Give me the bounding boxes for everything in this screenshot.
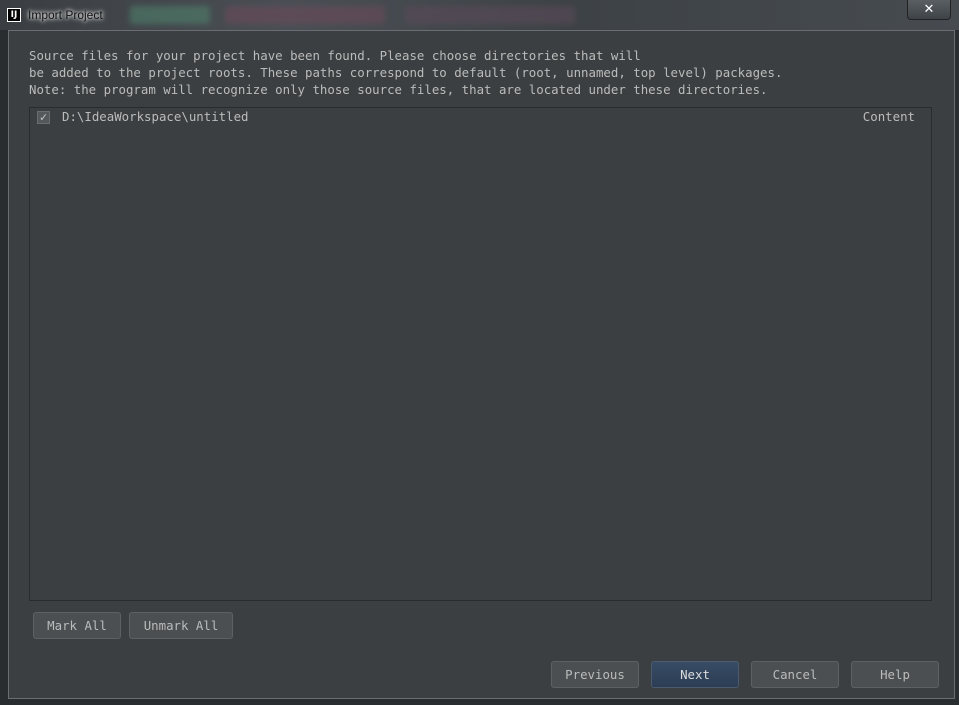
source-roots-list[interactable]: ✓ D:\IdeaWorkspace\untitled Content [29, 107, 932, 601]
description-line: be added to the project roots. These pat… [29, 65, 783, 80]
blurred-background [405, 6, 575, 24]
close-button[interactable]: ✕ [907, 0, 951, 20]
next-button[interactable]: Next [651, 661, 739, 688]
title-bar: IJ Import Project ✕ [0, 0, 959, 30]
intellij-logo-icon: IJ [7, 8, 21, 22]
root-path: D:\IdeaWorkspace\untitled [62, 109, 249, 124]
checkbox[interactable]: ✓ [37, 111, 50, 124]
description-line: Note: the program will recognize only th… [29, 82, 768, 97]
root-type: Content [862, 109, 915, 124]
description-line: Source files for your project have been … [29, 48, 641, 63]
blurred-background [130, 6, 210, 24]
unmark-all-button[interactable]: Unmark All [129, 612, 233, 639]
blurred-background [225, 6, 385, 24]
help-button[interactable]: Help [851, 661, 939, 688]
description: Source files for your project have been … [29, 47, 782, 98]
mark-all-button[interactable]: Mark All [33, 612, 121, 639]
import-project-dialog: Source files for your project have been … [8, 30, 955, 699]
window-title: Import Project [28, 8, 103, 22]
cancel-button[interactable]: Cancel [751, 661, 839, 688]
list-item[interactable]: ✓ D:\IdeaWorkspace\untitled Content [30, 108, 931, 126]
previous-button[interactable]: Previous [551, 661, 639, 688]
